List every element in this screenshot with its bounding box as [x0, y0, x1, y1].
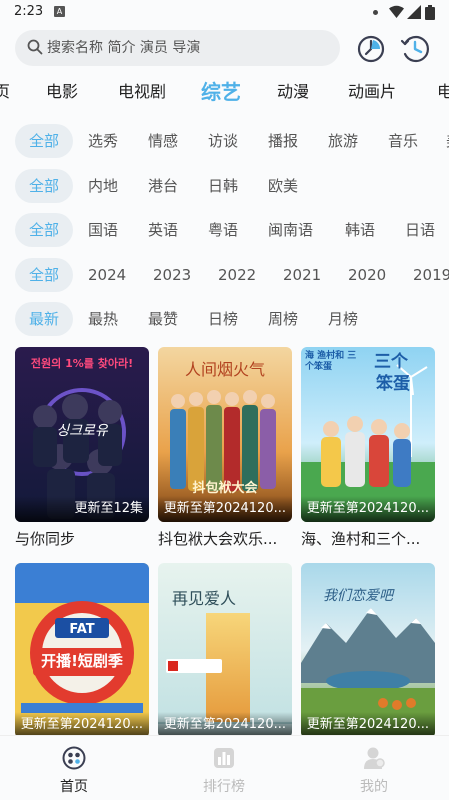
episode-badge: 更新至第2024120...: [158, 496, 292, 522]
show-poster[interactable]: 人间烟火气 抖包袱大会 更新至第2024120...: [158, 347, 292, 522]
nav-label: 我的: [360, 779, 388, 795]
filter-region-row: 全部 内地 港台 日韩 欧美: [0, 169, 449, 203]
show-title[interactable]: 抖包袱大会欢乐...: [158, 528, 292, 549]
battery-icon: [425, 5, 435, 20]
chip-year[interactable]: 2021: [283, 258, 321, 292]
tab-cut-right[interactable]: 电: [437, 76, 449, 108]
tab-cut-left[interactable]: 页: [0, 76, 10, 108]
ranking-icon: [214, 748, 234, 768]
show-poster[interactable]: 싱크로유 전원의 1%를 찾아라! 更新至12集: [15, 347, 149, 522]
chip-genre[interactable]: 情感: [148, 124, 178, 158]
tab-cartoon[interactable]: 动画片: [348, 76, 396, 108]
chip-sort[interactable]: 周榜: [268, 302, 298, 336]
chip-genre[interactable]: 旅游: [328, 124, 358, 158]
chip-genre-all[interactable]: 全部: [15, 124, 73, 158]
tab-variety[interactable]: 综艺: [201, 76, 241, 108]
filter-sort-row: 最新 最热 最赞 日榜 周榜 月榜: [0, 302, 449, 336]
chip-genre[interactable]: 音乐: [388, 124, 418, 158]
chip-year-all[interactable]: 全部: [15, 258, 73, 292]
chip-sort[interactable]: 最赞: [148, 302, 178, 336]
nav-ranking[interactable]: 排行榜: [169, 736, 279, 800]
poster-text: 我们恋爱吧: [323, 588, 393, 604]
poster-text: 海 渔村和 三个笨蛋: [305, 351, 357, 372]
poster-text: 抖包袱大会: [192, 481, 258, 496]
chip-genre[interactable]: 播报: [268, 124, 298, 158]
chip-sort[interactable]: 最热: [88, 302, 118, 336]
chip-genre[interactable]: 选秀: [88, 124, 118, 158]
nav-label: 排行榜: [203, 779, 245, 795]
history-icon[interactable]: [355, 32, 387, 64]
chip-sort[interactable]: 月榜: [328, 302, 358, 336]
show-title[interactable]: 与你同步: [15, 528, 149, 549]
category-tabs: 页 电影 电视剧 综艺 动漫 动画片 电: [0, 76, 449, 108]
chip-region[interactable]: 日韩: [208, 169, 238, 203]
home-icon: [62, 746, 86, 770]
chip-language[interactable]: 日语: [405, 213, 435, 247]
show-poster[interactable]: 我们恋爱吧 更新至第2024120...: [301, 563, 435, 738]
chip-region[interactable]: 欧美: [268, 169, 298, 203]
chip-year[interactable]: 2019: [413, 258, 449, 292]
status-time: 2:23: [14, 4, 44, 19]
search-bar[interactable]: [15, 30, 340, 66]
chip-language[interactable]: 韩语: [345, 213, 375, 247]
status-bar: 2:23 A: [0, 0, 449, 26]
poster-text: 开播!短剧季: [41, 652, 123, 670]
show-poster[interactable]: 再见爱人 更新至第2024120...: [158, 563, 292, 738]
filter-year-row: 全部 2024 2023 2022 2021 2020 2019: [0, 258, 449, 292]
chip-year[interactable]: 2022: [218, 258, 256, 292]
chip-language[interactable]: 闽南语: [268, 213, 313, 247]
chip-region-all[interactable]: 全部: [15, 169, 73, 203]
svg-text:人间烟火气: 人间烟火气: [185, 360, 265, 379]
chip-language[interactable]: 英语: [148, 213, 178, 247]
show-poster[interactable]: 三个 笨蛋 海 渔村和 三个笨蛋 更新至第2024120...: [301, 347, 435, 522]
tab-tv-series[interactable]: 电视剧: [118, 76, 166, 108]
filter-genre-row: 全部 选秀 情感 访谈 播报 旅游 音乐 美: [0, 124, 449, 158]
bottom-nav: 首页 排行榜 我的: [0, 735, 449, 800]
svg-text:FAT: FAT: [69, 622, 94, 637]
chip-language[interactable]: 国语: [88, 213, 118, 247]
chip-region[interactable]: 内地: [88, 169, 118, 203]
episode-badge: 更新至第2024120...: [301, 496, 435, 522]
chip-year[interactable]: 2020: [348, 258, 386, 292]
chip-genre[interactable]: 访谈: [208, 124, 238, 158]
chip-year[interactable]: 2023: [153, 258, 191, 292]
chip-sort[interactable]: 日榜: [208, 302, 238, 336]
episode-badge: 更新至12集: [15, 496, 149, 522]
svg-text:笨蛋: 笨蛋: [376, 373, 410, 394]
chip-language[interactable]: 粤语: [208, 213, 238, 247]
poster-text: 再见爱人: [172, 589, 237, 608]
chip-year[interactable]: 2024: [88, 258, 126, 292]
nav-home[interactable]: 首页: [19, 736, 129, 800]
nav-profile[interactable]: 我的: [319, 736, 429, 800]
signal-icon: [407, 5, 421, 19]
search-input[interactable]: [47, 30, 332, 66]
notification-icon: A: [54, 6, 65, 17]
svg-text:三个: 三个: [374, 351, 409, 372]
chip-language-all[interactable]: 全部: [15, 213, 73, 247]
poster-text: 전원의 1%를 찾아라!: [30, 357, 134, 370]
profile-icon: [364, 747, 385, 769]
nav-label: 首页: [60, 779, 88, 795]
download-icon[interactable]: [399, 32, 431, 64]
filter-language-row: 全部 国语 英语 粤语 闽南语 韩语 日语: [0, 213, 449, 247]
svg-text:싱크로유: 싱크로유: [56, 423, 109, 439]
chip-sort-latest[interactable]: 最新: [15, 302, 73, 336]
show-title[interactable]: 海、渔村和三个...: [301, 528, 435, 549]
search-icon: [27, 39, 43, 55]
tab-anime[interactable]: 动漫: [277, 76, 309, 108]
show-poster[interactable]: FAT 开播!短剧季 更新至第2024120...: [15, 563, 149, 738]
wifi-icon: [389, 5, 404, 18]
status-dot-icon: [373, 10, 378, 15]
tab-movie[interactable]: 电影: [46, 76, 78, 108]
chip-region[interactable]: 港台: [148, 169, 178, 203]
